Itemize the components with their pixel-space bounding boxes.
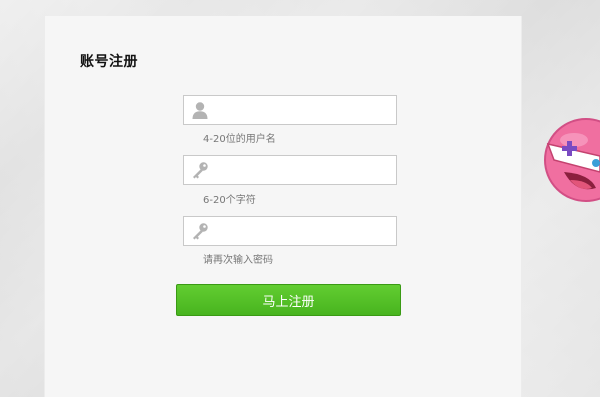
key-icon [193, 223, 208, 240]
register-button[interactable]: 马上注册 [176, 284, 401, 316]
registration-panel: 账号注册 4-20位的用户名 6-20个字符 请再次输入密码 马上注册 [44, 16, 522, 397]
password-input[interactable] [214, 156, 394, 184]
password-hint: 6-20个字符 [203, 195, 256, 206]
confirm-password-field[interactable] [183, 216, 397, 246]
page-title: 账号注册 [80, 54, 138, 70]
mascot-image [544, 118, 600, 202]
confirm-password-input[interactable] [214, 217, 394, 245]
password-field[interactable] [183, 155, 397, 185]
username-field[interactable] [183, 95, 397, 125]
key-icon [193, 162, 208, 179]
user-icon [192, 102, 208, 119]
confirm-password-hint: 请再次输入密码 [203, 255, 273, 266]
username-input[interactable] [214, 96, 394, 124]
username-hint: 4-20位的用户名 [203, 134, 276, 145]
